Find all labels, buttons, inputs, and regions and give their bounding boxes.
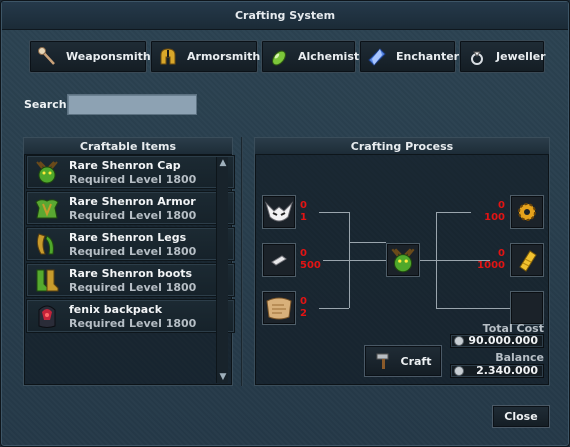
- ingredient-have-count: 0: [498, 248, 505, 259]
- search-label: Search: [24, 98, 67, 111]
- item-name: fenix backpack: [69, 303, 163, 316]
- craft-label: Craft: [400, 354, 432, 368]
- scroll-up-icon[interactable]: ▲: [217, 157, 229, 169]
- crafting-process-title: Crafting Process: [255, 138, 549, 155]
- coin-icon: [454, 336, 464, 346]
- tab-armorsmith[interactable]: Armorsmith: [150, 40, 261, 73]
- white-shard-icon: [271, 255, 287, 266]
- ingredient-have-count: 0: [498, 200, 505, 211]
- connector-line: [436, 308, 510, 309]
- craftable-scrollbar[interactable]: ▲ ▼: [216, 157, 228, 383]
- balance-value: 2.340.000: [450, 364, 544, 378]
- shenron-cap-icon: [391, 248, 415, 273]
- gem-ring-icon: [466, 46, 488, 68]
- hammer-icon: [376, 353, 389, 369]
- tab-label: Weaponsmith: [66, 50, 151, 63]
- ingredient-have-count: 0: [300, 200, 307, 211]
- item-required-level: Required Level 1800: [69, 317, 197, 330]
- close-button[interactable]: Close: [492, 405, 550, 428]
- tab-label: Alchemist: [298, 50, 360, 63]
- gold-bar-icon: [519, 250, 537, 272]
- result-slot[interactable]: [386, 243, 420, 277]
- tab-label: Jeweller: [496, 50, 546, 63]
- list-item-rare-shenron-armor[interactable]: Rare Shenron Armor Required Level 1800: [26, 191, 235, 225]
- list-item-rare-shenron-legs[interactable]: Rare Shenron Legs Required Level 1800: [26, 227, 235, 261]
- connector-line: [323, 260, 386, 261]
- window-title: Crafting System: [2, 2, 568, 30]
- ingredient-slot[interactable]: [262, 243, 296, 277]
- item-required-level: Required Level 1800: [69, 209, 197, 222]
- item-name: Rare Shenron Legs: [69, 231, 187, 244]
- ingredient-slot[interactable]: [262, 195, 296, 229]
- connector-line: [349, 242, 350, 308]
- gold-gear-icon: [518, 203, 536, 221]
- staff-icon: [36, 46, 58, 68]
- ingredient-have-count: 0: [300, 296, 307, 307]
- white-mask-icon: [264, 201, 294, 222]
- item-required-level: Required Level 1800: [69, 245, 197, 258]
- connector-line: [319, 308, 349, 309]
- tab-label: Enchanter: [396, 50, 460, 63]
- balance-amount: 2.340.000: [476, 364, 538, 377]
- fenix-backpack-icon: [38, 305, 56, 328]
- ingredient-need-count: 500: [300, 260, 321, 271]
- connector-line: [349, 212, 350, 242]
- empty-slot-icon[interactable]: [510, 291, 544, 325]
- golden-helmet-icon: [157, 46, 179, 68]
- ingredient-slot[interactable]: [510, 243, 544, 277]
- ingredient-need-count: 1000: [477, 260, 505, 271]
- item-name: Rare Shenron Armor: [69, 195, 196, 208]
- item-name: Rare Shenron Cap: [69, 159, 181, 172]
- crafting-window: Crafting System Weaponsmith Armorsmith A…: [0, 0, 570, 447]
- shenron-cap-icon: [36, 161, 58, 184]
- tab-label: Armorsmith: [187, 50, 261, 63]
- ingredient-slot[interactable]: [510, 195, 544, 229]
- list-item-fenix-backpack[interactable]: fenix backpack Required Level 1800: [26, 299, 235, 333]
- ingredient-have-count: 0: [300, 248, 307, 259]
- connector-line: [319, 212, 349, 213]
- tab-enchanter[interactable]: Enchanter: [359, 40, 460, 73]
- shenron-boots-icon: [36, 269, 59, 292]
- coin-icon: [454, 366, 464, 376]
- ingredient-slot[interactable]: [262, 291, 296, 325]
- item-name: Rare Shenron boots: [69, 267, 193, 280]
- close-label: Close: [504, 410, 538, 423]
- search-input[interactable]: [67, 94, 197, 115]
- connector-line: [436, 212, 471, 213]
- green-potion-icon: [268, 46, 290, 68]
- shenron-armor-icon: [35, 199, 59, 219]
- connector-line: [436, 212, 437, 308]
- tab-jeweller[interactable]: Jeweller: [459, 40, 546, 73]
- tab-weaponsmith[interactable]: Weaponsmith: [29, 40, 151, 73]
- shenron-legs-icon: [36, 233, 54, 255]
- ingredient-need-count: 2: [300, 308, 307, 319]
- total-cost-value: 90.000.000: [450, 334, 544, 348]
- total-cost-amount: 90.000.000: [468, 334, 538, 347]
- craft-button[interactable]: Craft: [364, 345, 442, 377]
- connector-line: [349, 242, 386, 243]
- scroll-down-icon[interactable]: ▼: [217, 371, 229, 383]
- tab-alchemist[interactable]: Alchemist: [261, 40, 360, 73]
- list-item-rare-shenron-boots[interactable]: Rare Shenron boots Required Level 1800: [26, 263, 235, 297]
- panel-divider: [241, 137, 243, 386]
- ingredient-need-count: 100: [484, 212, 505, 223]
- ingredient-need-count: 1: [300, 212, 307, 223]
- list-item-rare-shenron-cap[interactable]: Rare Shenron Cap Required Level 1800: [26, 155, 235, 189]
- parchment-icon: [266, 297, 292, 320]
- blue-crystal-icon: [366, 46, 388, 68]
- craftable-items-title: Craftable Items: [24, 138, 232, 155]
- balance-label: Balance: [495, 351, 544, 364]
- item-required-level: Required Level 1800: [69, 173, 197, 186]
- item-required-level: Required Level 1800: [69, 281, 197, 294]
